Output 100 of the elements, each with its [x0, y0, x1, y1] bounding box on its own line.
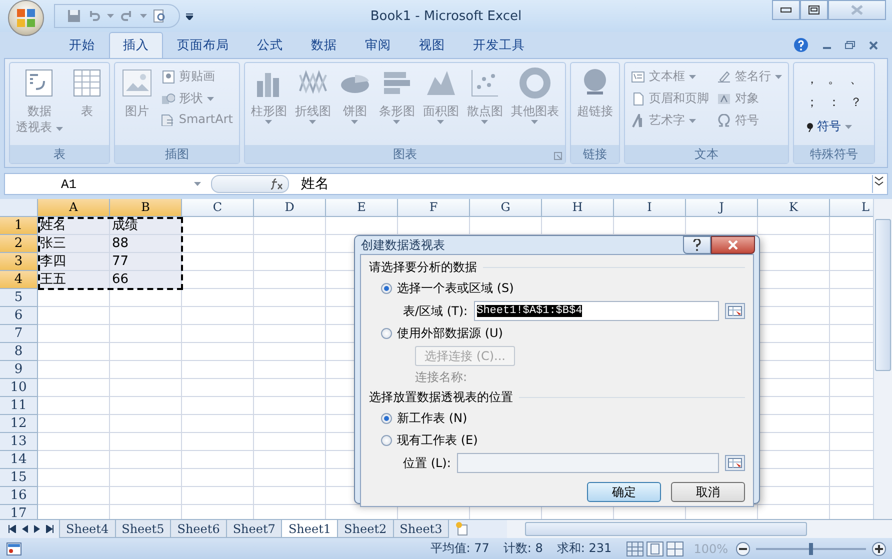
row-header[interactable]: 11: [0, 397, 38, 415]
ribbon-tab[interactable]: 数据: [297, 32, 351, 58]
column-header[interactable]: D: [254, 199, 326, 217]
row-header[interactable]: 5: [0, 289, 38, 307]
ribbon-tab[interactable]: 视图: [405, 32, 459, 58]
row-header[interactable]: 4: [0, 271, 38, 289]
redo-icon[interactable]: [120, 9, 134, 23]
sheet-tab[interactable]: Sheet5: [114, 520, 172, 538]
column-header[interactable]: C: [182, 199, 254, 217]
ribbon-tab[interactable]: 公式: [243, 32, 297, 58]
help-icon[interactable]: [793, 37, 809, 53]
range-picker-button[interactable]: [725, 455, 745, 471]
function-icon[interactable]: [270, 178, 284, 190]
range-picker-button[interactable]: [725, 303, 745, 319]
next-sheet-icon[interactable]: [34, 525, 40, 533]
row-header[interactable]: 3: [0, 253, 38, 271]
customize-icon[interactable]: [186, 12, 193, 20]
sheet-tab[interactable]: Sheet1: [281, 520, 338, 538]
row-header[interactable]: 7: [0, 325, 38, 343]
radio-option[interactable]: 现有工作表 (E): [369, 431, 745, 450]
symbol-button[interactable]: ，: [806, 71, 818, 88]
column-header[interactable]: A: [38, 199, 110, 217]
formula-text[interactable]: 姓名: [289, 175, 329, 193]
column-header[interactable]: E: [326, 199, 398, 217]
row-header[interactable]: 14: [0, 451, 38, 469]
row-header[interactable]: 13: [0, 433, 38, 451]
tool-icon: [630, 114, 645, 128]
table-cell: 成绩: [110, 217, 181, 234]
column-header[interactable]: F: [398, 199, 470, 217]
row-header[interactable]: 10: [0, 379, 38, 397]
symbol-button[interactable]: ；: [806, 94, 818, 111]
first-sheet-icon[interactable]: [8, 525, 16, 533]
status-stat: 求和: 231: [556, 540, 612, 557]
column-header[interactable]: H: [542, 199, 614, 217]
row-header[interactable]: 17: [0, 505, 38, 519]
zoom-in-button[interactable]: [872, 542, 886, 556]
radio-option[interactable]: 新工作表 (N): [369, 409, 745, 428]
column-header[interactable]: L: [830, 199, 873, 217]
tool-icon: [630, 70, 645, 84]
close-icon[interactable]: [869, 40, 878, 50]
sheet-tab[interactable]: Sheet4: [59, 520, 116, 538]
symbol-button[interactable]: ？: [850, 94, 862, 111]
ribbon-tab[interactable]: 页面布局: [163, 32, 243, 58]
row-header[interactable]: 2: [0, 235, 38, 253]
save-icon[interactable]: [67, 9, 81, 23]
office-button[interactable]: [8, 0, 44, 36]
normal-view-icon[interactable]: [626, 540, 644, 556]
help-button[interactable]: [683, 236, 711, 254]
column-header[interactable]: I: [614, 199, 686, 217]
status-stat: 计数: 8: [503, 540, 543, 557]
column-header[interactable]: K: [758, 199, 830, 217]
column-header[interactable]: J: [686, 199, 758, 217]
radio-option[interactable]: 选择一个表或区域 (S): [369, 279, 745, 298]
symbol-menu-button[interactable]: 符号: [800, 117, 858, 136]
sheet-tab[interactable]: Sheet7: [226, 520, 282, 538]
section-heading: 选择放置数据透视表的位置: [369, 389, 513, 406]
restore-icon[interactable]: [845, 41, 855, 49]
symbol-button[interactable]: 。: [828, 71, 840, 88]
row-header[interactable]: 12: [0, 415, 38, 433]
close-button[interactable]: [711, 236, 755, 254]
ok-button[interactable]: 确定: [587, 482, 661, 502]
range-field[interactable]: Sheet1!$A$1:$B$4: [474, 301, 719, 321]
symbol-button[interactable]: 、: [850, 71, 862, 88]
expand-icon[interactable]: [873, 175, 885, 187]
ribbon-tab[interactable]: 开始: [55, 32, 109, 58]
vertical-scrollbar[interactable]: [873, 199, 892, 519]
print-preview-icon[interactable]: [153, 9, 167, 23]
sheet-tab[interactable]: Sheet6: [170, 520, 227, 538]
row-header[interactable]: 8: [0, 343, 38, 361]
group-label: 图表: [392, 146, 417, 162]
previous-sheet-icon[interactable]: [22, 525, 28, 533]
maximize-button[interactable]: [800, 0, 828, 20]
row-header[interactable]: 16: [0, 487, 38, 505]
column-header[interactable]: B: [110, 199, 182, 217]
page-layout-icon[interactable]: [646, 540, 664, 556]
sheet-tab[interactable]: Sheet2: [337, 520, 394, 538]
undo-icon[interactable]: [87, 9, 101, 23]
dropdown-icon: [107, 14, 114, 18]
dialog-launcher-icon[interactable]: [554, 152, 562, 160]
ribbon-tab[interactable]: 开发工具: [459, 32, 539, 58]
last-sheet-icon[interactable]: [46, 525, 54, 533]
horizontal-scrollbar[interactable]: [507, 520, 892, 538]
row-header[interactable]: 15: [0, 469, 38, 487]
row-header[interactable]: 1: [0, 217, 38, 235]
sheet-tab[interactable]: Sheet3: [392, 520, 450, 538]
zoom-out-button[interactable]: [736, 542, 750, 556]
ribbon-tab[interactable]: 插入: [109, 32, 163, 58]
row-header[interactable]: 9: [0, 361, 38, 379]
row-header[interactable]: 6: [0, 307, 38, 325]
ribbon-tab[interactable]: 审阅: [351, 32, 405, 58]
symbol-button[interactable]: ：: [828, 94, 840, 111]
page-break-icon[interactable]: [666, 540, 684, 556]
name-box[interactable]: A1: [5, 176, 211, 192]
window-title: Book1 - Microsoft Excel: [370, 8, 522, 24]
column-header[interactable]: G: [470, 199, 542, 217]
cancel-button[interactable]: 取消: [671, 482, 745, 502]
macro-record-icon[interactable]: [6, 542, 22, 556]
radio-option[interactable]: 使用外部数据源 (U): [369, 324, 745, 343]
location-field[interactable]: [456, 453, 719, 473]
minimize-button[interactable]: [772, 0, 800, 20]
